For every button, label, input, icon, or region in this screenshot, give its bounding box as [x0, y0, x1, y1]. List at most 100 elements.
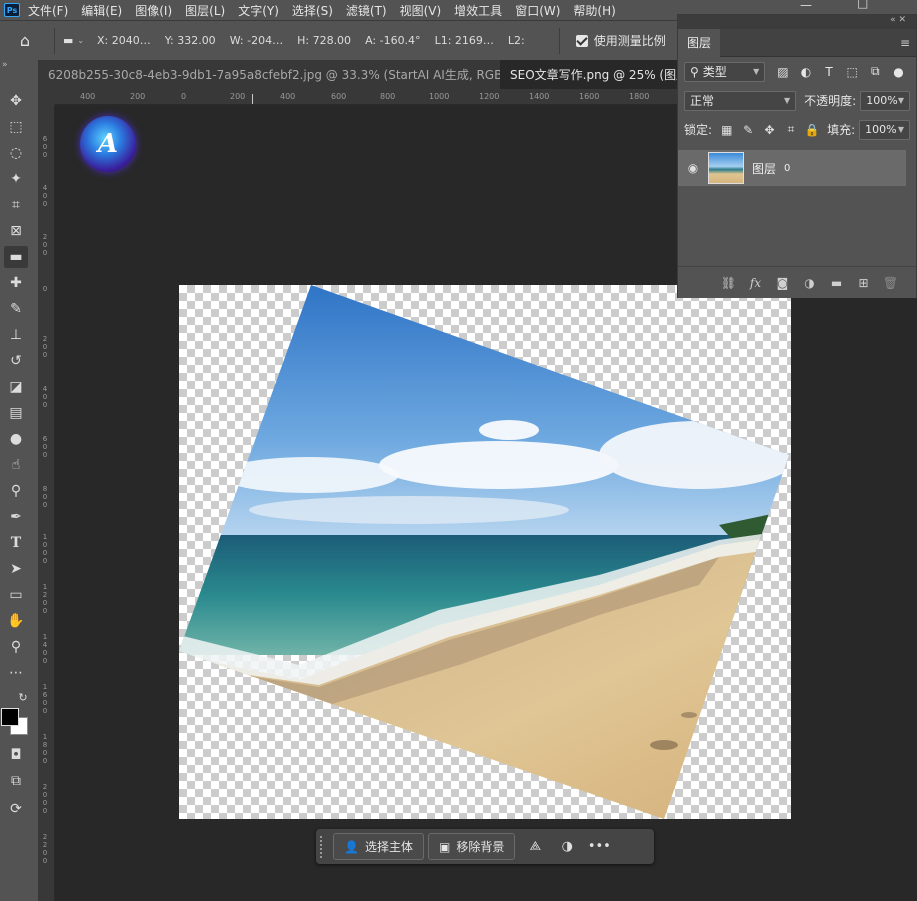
document-tab-bar: 6208b255-30c8-4eb3-9db1-7a95a8cfebf2.jpg… [38, 60, 680, 89]
pen-tool-icon[interactable]: ✒ [4, 506, 28, 528]
use-measurement-scale-checkbox[interactable] [575, 34, 588, 47]
swap-colors-icon[interactable]: ↻ [16, 686, 30, 708]
pixel-filter-icon[interactable]: ▨ [771, 65, 794, 79]
h-readout: H: 728.00 [297, 34, 352, 47]
menu-filter[interactable]: 滤镜(T) [346, 2, 387, 19]
hand-tool-icon[interactable]: ✋ [4, 610, 28, 632]
smudge-tool-icon[interactable]: ☝ [4, 454, 28, 476]
move-tool-icon[interactable]: ✥ [4, 90, 28, 112]
opacity-input[interactable]: 100% ▼ [860, 90, 910, 111]
adjustment-filter-icon[interactable]: ◐ [794, 65, 817, 79]
ruler-tool-preset-picker[interactable]: ▬ ⌄ [63, 34, 97, 47]
link-layers-icon[interactable]: ⛓ [715, 276, 742, 290]
ruler-position-marker [252, 94, 253, 104]
lock-all-icon[interactable]: 🔒 [802, 123, 823, 137]
foreground-color-swatch[interactable] [1, 708, 19, 726]
tools-panel: » ✥ ⬚ ◌ ✦ ⌗ ⊠ ▬ ✚ ✎ ⊥ ↺ ◪ ▤ ● ☝ ⚲ ✒ T ➤ … [0, 60, 38, 901]
fx-icon[interactable]: fx [742, 276, 769, 290]
eraser-tool-icon[interactable]: ◪ [4, 376, 28, 398]
filter-kind-value: 类型 [702, 65, 727, 79]
document-tab[interactable]: 6208b255-30c8-4eb3-9db1-7a95a8cfebf2.jpg… [38, 60, 500, 89]
menu-type[interactable]: 文字(Y) [238, 2, 279, 19]
x-readout: X: 2040… [97, 34, 151, 47]
healing-brush-tool-icon[interactable]: ✚ [4, 272, 28, 294]
brush-tool-icon[interactable]: ✎ [4, 298, 28, 320]
layer-row[interactable]: ◉ 图层 0 [678, 150, 906, 186]
frame-tool-icon[interactable]: ⊠ [4, 220, 28, 242]
menu-file[interactable]: 文件(F) [28, 2, 68, 19]
generative-fill-icon[interactable]: ⟳ [4, 798, 28, 820]
fill-input[interactable]: 100% ▼ [859, 119, 911, 140]
new-group-icon[interactable]: ▬ [823, 276, 850, 290]
expand-toolbar-icon[interactable]: » [2, 60, 8, 70]
document-canvas[interactable] [179, 285, 791, 819]
crop-tool-icon[interactable]: ⌗ [4, 194, 28, 216]
zoom-tool-icon[interactable]: ⚲ [4, 636, 28, 658]
lock-row: 锁定: ▦ ✎ ✥ ⌗ 🔒 填充: 100% ▼ [678, 115, 916, 144]
ruler-tick-label: 4 0 0 [42, 184, 48, 208]
rectangle-tool-icon[interactable]: ▭ [4, 584, 28, 606]
type-tool-icon[interactable]: T [4, 532, 28, 554]
startai-logo: A [80, 116, 136, 172]
menu-edit[interactable]: 编辑(E) [81, 2, 122, 19]
menu-view[interactable]: 视图(V) [400, 2, 442, 19]
menu-help[interactable]: 帮助(H) [573, 2, 615, 19]
more-tools-icon[interactable]: ⋯ [4, 662, 28, 684]
lock-artboard-icon[interactable]: ⌗ [780, 122, 801, 137]
chevron-down-icon: ⌄ [77, 36, 85, 45]
blend-mode-value: 正常 [690, 94, 715, 108]
l2-readout: L2: [507, 34, 525, 47]
lasso-tool-icon[interactable]: ◌ [4, 142, 28, 164]
menu-layer[interactable]: 图层(L) [185, 2, 225, 19]
quick-mask-icon[interactable]: ◘ [4, 744, 28, 766]
search-icon: ⚲ [690, 64, 699, 79]
gradient-tool-icon[interactable]: ▤ [4, 402, 28, 424]
lock-transparent-pixels-icon[interactable]: ▦ [716, 123, 737, 137]
screen-mode-icon[interactable]: ⧉ [4, 770, 28, 792]
document-tab-active[interactable]: SEO文章写作.png @ 25% (图层 [500, 60, 680, 89]
maximize-window-icon[interactable]: □ [857, 0, 869, 12]
tab-layers[interactable]: 图层 [678, 28, 721, 57]
add-mask-icon[interactable]: ◙ [769, 276, 796, 290]
filter-toggle-icon[interactable]: ● [887, 65, 910, 79]
ruler-tick-label: 400 [80, 92, 96, 101]
angle-readout: A: -160.4° [365, 34, 421, 47]
dodge-tool-icon[interactable]: ⚲ [4, 480, 28, 502]
vertical-ruler: 6 0 0 4 0 0 2 0 0 0 2 0 0 4 0 0 6 0 0 8 … [38, 105, 55, 901]
more-options-icon[interactable]: ••• [583, 833, 615, 860]
visibility-eye-icon[interactable]: ◉ [678, 161, 708, 175]
collapse-panels-icon[interactable]: « ✕ [678, 15, 916, 29]
history-brush-tool-icon[interactable]: ↺ [4, 350, 28, 372]
menu-image[interactable]: 图像(I) [135, 2, 172, 19]
clone-stamp-tool-icon[interactable]: ⊥ [4, 324, 28, 346]
menu-window[interactable]: 窗口(W) [515, 2, 560, 19]
magic-wand-tool-icon[interactable]: ✦ [4, 168, 28, 190]
filter-kind-select[interactable]: ⚲ 类型 ▼ [684, 61, 766, 82]
path-selection-tool-icon[interactable]: ➤ [4, 558, 28, 580]
blend-mode-select[interactable]: 正常 ▼ [684, 90, 797, 111]
panel-menu-icon[interactable]: ≡ [900, 36, 910, 50]
smart-object-filter-icon[interactable]: ⧉ [864, 64, 887, 79]
minimize-window-icon[interactable]: — [800, 0, 812, 14]
photoshop-logo-icon: Ps [4, 3, 20, 17]
trash-icon[interactable]: 🗑 [877, 276, 904, 290]
type-filter-icon[interactable]: T [818, 65, 841, 79]
home-icon[interactable]: ⌂ [16, 31, 34, 50]
ruler-tool-icon[interactable]: ▬ [4, 246, 28, 268]
image-icon: ▣ [438, 839, 451, 854]
select-subject-button[interactable]: 👤 选择主体 [333, 833, 424, 860]
menu-select[interactable]: 选择(S) [292, 2, 333, 19]
shape-filter-icon[interactable]: ⬚ [841, 65, 864, 79]
drag-handle[interactable] [320, 835, 325, 858]
marquee-tool-icon[interactable]: ⬚ [4, 116, 28, 138]
menu-plugins[interactable]: 增效工具 [454, 2, 502, 19]
transform-icon[interactable]: ⟁ [519, 833, 551, 860]
lock-image-pixels-icon[interactable]: ✎ [737, 123, 758, 137]
lock-position-icon[interactable]: ✥ [759, 123, 780, 137]
blur-tool-icon[interactable]: ● [4, 428, 28, 450]
remove-background-button[interactable]: ▣ 移除背景 [427, 833, 516, 860]
ruler-tick-label: 6 0 0 [42, 435, 48, 459]
adjustment-icon[interactable]: ◑ [551, 833, 583, 860]
new-adjustment-layer-icon[interactable]: ◑ [796, 276, 823, 290]
new-layer-icon[interactable]: ⊞ [850, 276, 877, 290]
